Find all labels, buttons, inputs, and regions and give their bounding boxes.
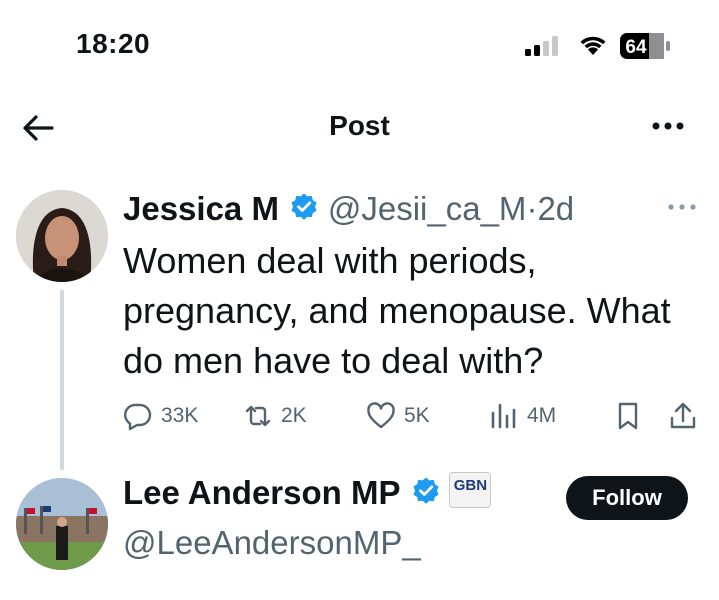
battery-level: 64 bbox=[625, 37, 647, 58]
reply-icon bbox=[124, 403, 152, 431]
heart-icon bbox=[367, 402, 395, 429]
tweet-text: Women deal with periods, pregnancy, and … bbox=[123, 240, 671, 381]
post-age[interactable]: 2d bbox=[537, 190, 574, 227]
verified-badge-icon bbox=[291, 193, 318, 220]
like-button[interactable]: 5K bbox=[366, 396, 430, 436]
share-icon bbox=[670, 402, 696, 429]
reply-button[interactable]: 33K bbox=[123, 396, 198, 436]
repost-count: 2K bbox=[281, 404, 307, 427]
avatar-photo bbox=[16, 478, 108, 570]
affiliation-badge[interactable]: GBN bbox=[449, 472, 492, 508]
handle-separator: · bbox=[526, 190, 538, 227]
battery-icon: 64 bbox=[620, 33, 670, 59]
like-count: 5K bbox=[404, 404, 430, 427]
repost-icon bbox=[245, 405, 271, 427]
avatar-photo bbox=[16, 190, 108, 282]
wifi-icon bbox=[580, 36, 606, 55]
avatar[interactable] bbox=[16, 478, 108, 570]
verified-badge-icon bbox=[413, 477, 439, 504]
post-header: Post bbox=[0, 100, 719, 156]
status-time: 18:20 bbox=[76, 28, 151, 59]
follow-button[interactable]: Follow bbox=[566, 476, 688, 520]
tweet-author-row: Jessica M @Jesii_ca_M·2d bbox=[123, 190, 574, 230]
cellular-signal-icon bbox=[525, 36, 558, 56]
author-name[interactable]: Lee Anderson MP bbox=[123, 474, 401, 511]
view-count: 4M bbox=[527, 404, 557, 427]
tweet-author-row: Lee Anderson MP GBN bbox=[123, 472, 492, 512]
more-options-icon[interactable] bbox=[650, 114, 686, 138]
bookmark-button[interactable] bbox=[613, 396, 651, 436]
tweet-actions: 33K 2K 5K 4M bbox=[123, 396, 703, 436]
author-name[interactable]: Jessica M bbox=[123, 190, 279, 227]
share-button[interactable] bbox=[668, 396, 706, 436]
views-chart-icon bbox=[491, 403, 516, 429]
bookmark-icon bbox=[618, 402, 638, 430]
author-handle[interactable]: @LeeAndersonMP_ bbox=[123, 524, 421, 562]
reply-count: 33K bbox=[161, 404, 199, 427]
tweet-more-icon[interactable] bbox=[665, 200, 699, 214]
repost-button[interactable]: 2K bbox=[243, 396, 307, 436]
page-title: Post bbox=[329, 110, 390, 141]
thread-connector-line bbox=[60, 290, 64, 470]
views-button[interactable]: 4M bbox=[489, 396, 556, 436]
author-handle[interactable]: @Jesii_ca_M bbox=[328, 190, 527, 227]
status-bar: 18:20 64 bbox=[0, 0, 719, 90]
avatar[interactable] bbox=[16, 190, 108, 282]
